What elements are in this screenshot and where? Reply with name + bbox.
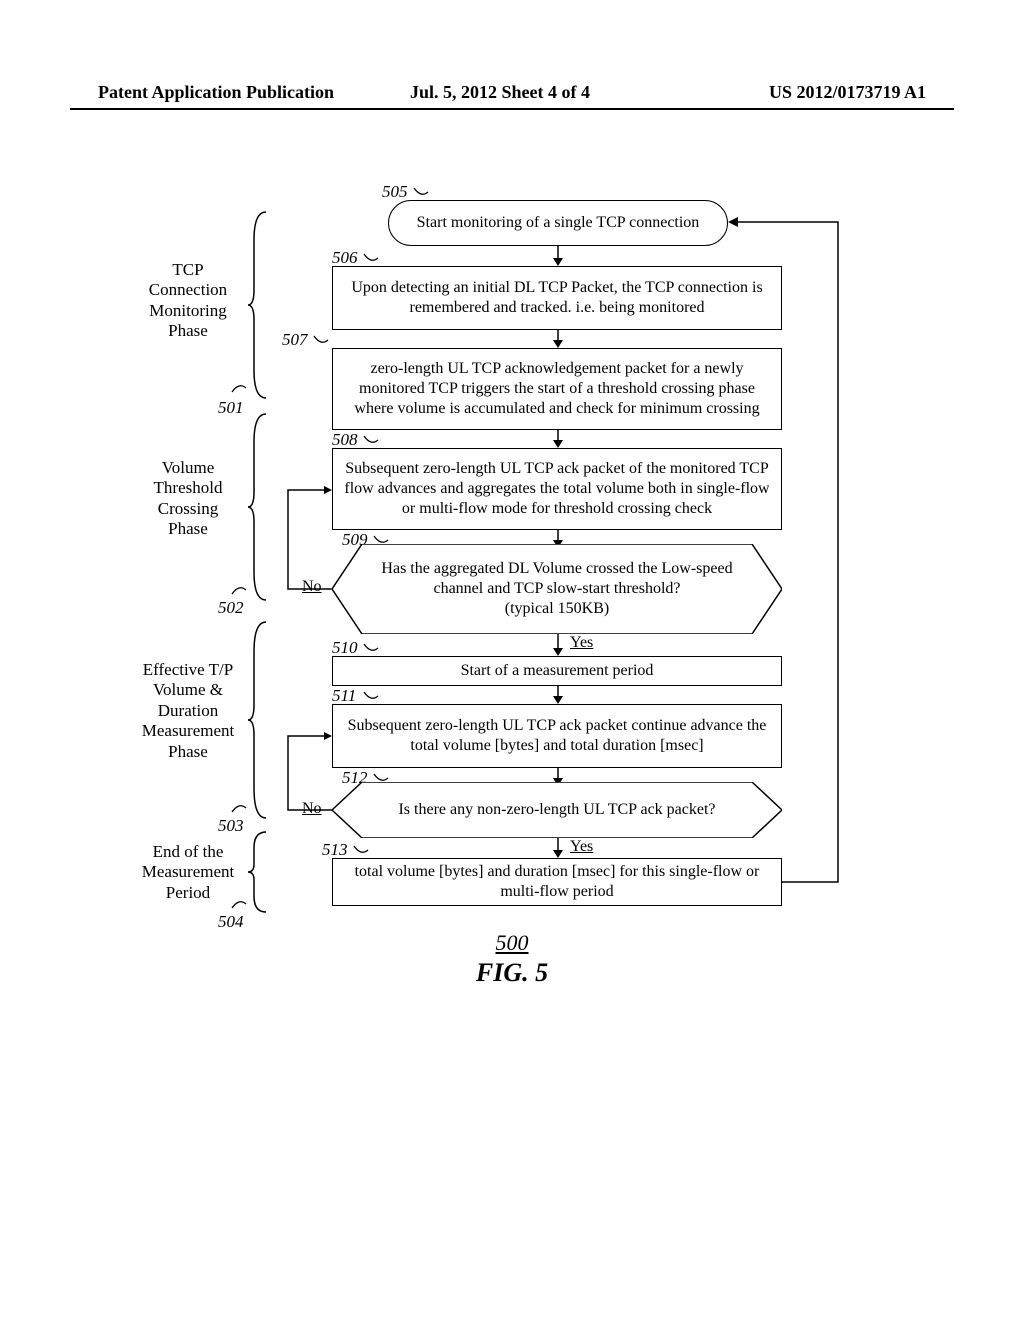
flow-text: total volume [bytes] and duration [msec]… (343, 862, 771, 902)
phase-label-503: Effective T/P Volume & Duration Measurem… (122, 660, 254, 762)
arrow-down-icon (551, 246, 565, 266)
arrow-down-icon (551, 330, 565, 348)
flow-text: Subsequent zero-length UL TCP ack packet… (343, 716, 771, 756)
phase-label-text: End of the Measurement Period (142, 842, 235, 902)
flow-terminator-505: Start monitoring of a single TCP connect… (388, 200, 728, 246)
step-num-505: 505 (382, 182, 408, 202)
brace-icon (248, 830, 268, 914)
flow-text: Is there any non-zero-length UL TCP ack … (398, 801, 715, 818)
flow-process-511: Subsequent zero-length UL TCP ack packet… (332, 704, 782, 768)
flow-text: Start monitoring of a single TCP connect… (417, 213, 700, 233)
header-right: US 2012/0173719 A1 (769, 82, 926, 103)
flow-process-513: total volume [bytes] and duration [msec]… (332, 858, 782, 906)
brace-icon (248, 412, 268, 602)
phase-num-502: 502 (218, 598, 244, 618)
step-num-508: 508 (332, 430, 358, 450)
arrow-down-icon (551, 838, 565, 858)
header-rule (70, 108, 954, 110)
flow-decision-512: Is there any non-zero-length UL TCP ack … (332, 782, 782, 838)
tick-icon (362, 642, 380, 656)
phase-label-501: TCP Connection Monitoring Phase (128, 260, 248, 342)
tick-icon (230, 380, 248, 394)
tick-icon (362, 252, 380, 266)
phase-label-text: TCP Connection Monitoring Phase (149, 260, 227, 340)
arrow-down-icon (551, 430, 565, 448)
flow-text: Upon detecting an initial DL TCP Packet,… (343, 278, 771, 318)
flow-decision-509: Has the aggregated DL Volume crossed the… (332, 544, 782, 634)
flow-process-508: Subsequent zero-length UL TCP ack packet… (332, 448, 782, 530)
figure-number: 500 (476, 930, 548, 956)
tick-icon (352, 844, 370, 858)
flow-process-506: Upon detecting an initial DL TCP Packet,… (332, 266, 782, 330)
flow-process-507: zero-length UL TCP acknowledgement packe… (332, 348, 782, 430)
phase-num-504: 504 (218, 912, 244, 932)
figure-caption: 500 FIG. 5 (476, 930, 548, 988)
tick-icon (362, 690, 380, 704)
tick-icon (230, 896, 248, 910)
phase-label-502: Volume Threshold Crossing Phase (128, 458, 248, 540)
header-left: Patent Application Publication (98, 82, 334, 103)
phase-label-text: Effective T/P Volume & Duration Measurem… (142, 660, 235, 761)
step-num-506: 506 (332, 248, 358, 268)
tick-icon (412, 186, 430, 200)
flow-text: zero-length UL TCP acknowledgement packe… (343, 359, 771, 419)
phase-num-503: 503 (218, 816, 244, 836)
flow-text: Start of a measurement period (461, 661, 654, 681)
arrow-loopback-icon (728, 208, 848, 888)
brace-icon (248, 620, 268, 820)
step-num-510: 510 (332, 638, 358, 658)
tick-icon (230, 582, 248, 596)
tick-icon (230, 800, 248, 814)
arrow-loop-icon (280, 486, 340, 596)
tick-icon (362, 434, 380, 448)
phase-num-501: 501 (218, 398, 244, 418)
phase-label-504: End of the Measurement Period (128, 842, 248, 903)
brace-icon (248, 210, 268, 400)
step-num-511: 511 (332, 686, 356, 706)
arrow-down-icon (551, 686, 565, 704)
phase-label-text: Volume Threshold Crossing Phase (154, 458, 223, 538)
step-num-513: 513 (322, 840, 348, 860)
flow-text: Has the aggregated DL Volume crossed the… (381, 560, 732, 617)
header-center: Jul. 5, 2012 Sheet 4 of 4 (410, 82, 590, 103)
flow-process-510: Start of a measurement period (332, 656, 782, 686)
flow-text: Subsequent zero-length UL TCP ack packet… (343, 459, 771, 519)
figure-label: FIG. 5 (476, 958, 548, 987)
decision-yes-label: Yes (570, 838, 593, 856)
step-num-507: 507 (282, 330, 308, 350)
arrow-loop-icon (280, 732, 340, 818)
tick-icon (312, 334, 330, 348)
decision-yes-label: Yes (570, 634, 593, 652)
arrow-down-icon (551, 634, 565, 656)
